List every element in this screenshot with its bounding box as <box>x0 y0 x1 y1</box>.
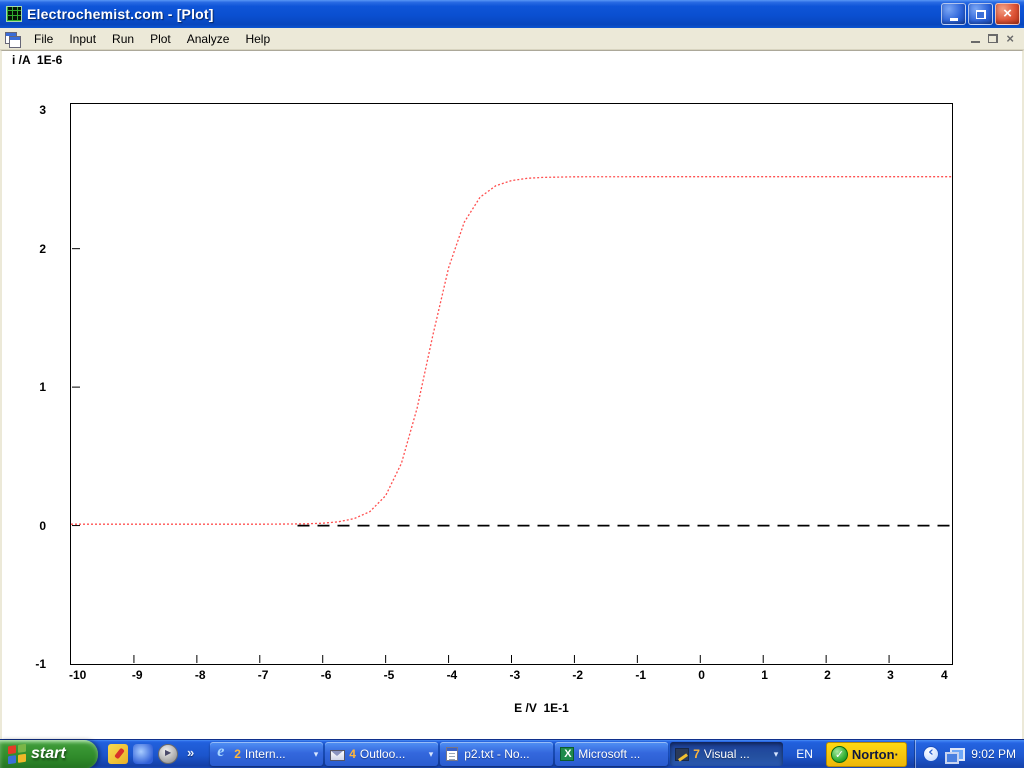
norton-label: Norton· <box>852 747 899 762</box>
taskbar-button-label: Visual ... <box>704 747 772 761</box>
excel-icon <box>560 747 574 761</box>
quick-launch-icon-2[interactable] <box>133 744 153 764</box>
menu-items: FileInputRunPlotAnalyzeHelp <box>26 30 278 48</box>
x-tick-label: 3 <box>887 668 894 682</box>
restore-button[interactable] <box>968 3 993 25</box>
x-tick-label: -5 <box>384 668 395 682</box>
plot-client-area: i /A 1E-6 -10-9-8-7-6-5-4-3-2-101234-101… <box>0 50 1024 739</box>
x-tick-label: -8 <box>195 668 206 682</box>
taskbar-button-visual[interactable]: 7 Visual ...▾ <box>670 742 783 766</box>
menu-item-analyze[interactable]: Analyze <box>181 30 236 48</box>
mdi-close-icon[interactable]: × <box>1006 34 1014 44</box>
menu-bar: FileInputRunPlotAnalyzeHelp × <box>0 28 1024 50</box>
tray-network-icon[interactable] <box>945 748 961 761</box>
x-tick-label: -6 <box>321 668 332 682</box>
window-title: Electrochemist.com - [Plot] <box>27 6 214 22</box>
taskbar-clock: 9:02 PM <box>971 747 1016 761</box>
quick-launch-overflow-chevron-icon[interactable]: » <box>187 745 194 760</box>
sigmoidal-voltammogram <box>71 177 952 525</box>
menu-item-input[interactable]: Input <box>63 30 102 48</box>
dropdown-arrow-icon[interactable]: ▾ <box>774 749 779 760</box>
system-tray: 9:02 PM <box>915 740 1024 768</box>
dropdown-arrow-icon[interactable]: ▾ <box>314 749 319 760</box>
x-tick-label: -2 <box>572 668 583 682</box>
mdi-minimize-icon[interactable] <box>971 34 980 43</box>
close-button[interactable]: × <box>995 3 1020 25</box>
taskbar-button-label: Intern... <box>245 747 312 761</box>
x-axis-title: E /V 1E-1 <box>100 701 983 715</box>
mdi-restore-icon[interactable] <box>988 34 998 43</box>
y-axis-title: i /A 1E-6 <box>12 53 62 67</box>
x-tick-label: -4 <box>447 668 458 682</box>
x-tick-label: -9 <box>132 668 143 682</box>
quick-launch-icon-1[interactable] <box>108 744 128 764</box>
menu-item-plot[interactable]: Plot <box>144 30 177 48</box>
minimize-button[interactable] <box>941 3 966 25</box>
title-bar: Electrochemist.com - [Plot] × <box>0 0 1024 28</box>
mdi-document-icon[interactable] <box>4 32 20 46</box>
start-button-label: start <box>31 745 66 763</box>
restore-icon <box>976 10 986 19</box>
grouped-window-count: 2 <box>234 747 241 761</box>
mdi-window-controls: × <box>971 34 1020 44</box>
window-controls: × <box>941 3 1020 25</box>
norton-check-icon <box>831 746 848 763</box>
taskbar-button-intern[interactable]: 2 Intern...▾ <box>210 742 323 766</box>
grouped-window-count: 4 <box>349 747 356 761</box>
plot-grid-app-icon <box>6 6 22 22</box>
taskbar-button-outloo[interactable]: 4 Outloo...▾ <box>325 742 438 766</box>
x-tick-label: -3 <box>510 668 521 682</box>
ie-icon <box>215 747 230 761</box>
notepad-icon <box>446 747 458 761</box>
minimize-icon <box>950 18 958 21</box>
x-tick-label: 2 <box>824 668 831 682</box>
x-tick-label: -10 <box>69 668 86 682</box>
taskbar: start » 2Intern...▾4Outloo...▾p2.txt - N… <box>0 739 1024 768</box>
close-icon: × <box>1003 4 1012 24</box>
visual-studio-icon <box>675 748 689 761</box>
dropdown-arrow-icon[interactable]: ▾ <box>429 749 434 760</box>
y-tick-label: 2 <box>2 242 46 256</box>
taskbar-button-microsoft[interactable]: Microsoft ... <box>555 742 668 766</box>
y-tick-label: 3 <box>2 103 46 117</box>
x-tick-label: 0 <box>698 668 705 682</box>
quick-launch-bar: » <box>108 744 200 764</box>
x-tick-label: 4 <box>941 668 948 682</box>
x-tick-label: 1 <box>761 668 768 682</box>
menu-item-help[interactable]: Help <box>239 30 276 48</box>
y-tick-label: -1 <box>2 657 46 671</box>
menu-item-file[interactable]: File <box>28 30 59 48</box>
taskbar-button-p2-txt-no[interactable]: p2.txt - No... <box>440 742 553 766</box>
voltammogram-curve <box>71 104 952 664</box>
start-button[interactable]: start <box>0 740 98 768</box>
taskbar-button-label: Microsoft ... <box>578 747 663 761</box>
outlook-icon <box>330 750 345 761</box>
taskbar-buttons: 2Intern...▾4Outloo...▾p2.txt - No...Micr… <box>210 742 783 766</box>
menu-item-run[interactable]: Run <box>106 30 140 48</box>
y-tick-label: 1 <box>2 380 46 394</box>
y-tick-label: 0 <box>2 519 46 533</box>
grouped-window-count: 7 <box>693 747 700 761</box>
taskbar-button-label: p2.txt - No... <box>464 747 548 761</box>
x-tick-label: -7 <box>258 668 269 682</box>
language-indicator[interactable]: EN <box>791 744 818 764</box>
plot-area[interactable] <box>70 103 953 665</box>
x-tick-label: -1 <box>635 668 646 682</box>
tray-collapse-chevron-icon[interactable] <box>923 746 939 762</box>
quick-launch-icon-3[interactable] <box>158 744 178 764</box>
windows-flag-icon <box>8 744 26 765</box>
norton-badge[interactable]: Norton· <box>826 742 907 767</box>
taskbar-button-label: Outloo... <box>360 747 427 761</box>
